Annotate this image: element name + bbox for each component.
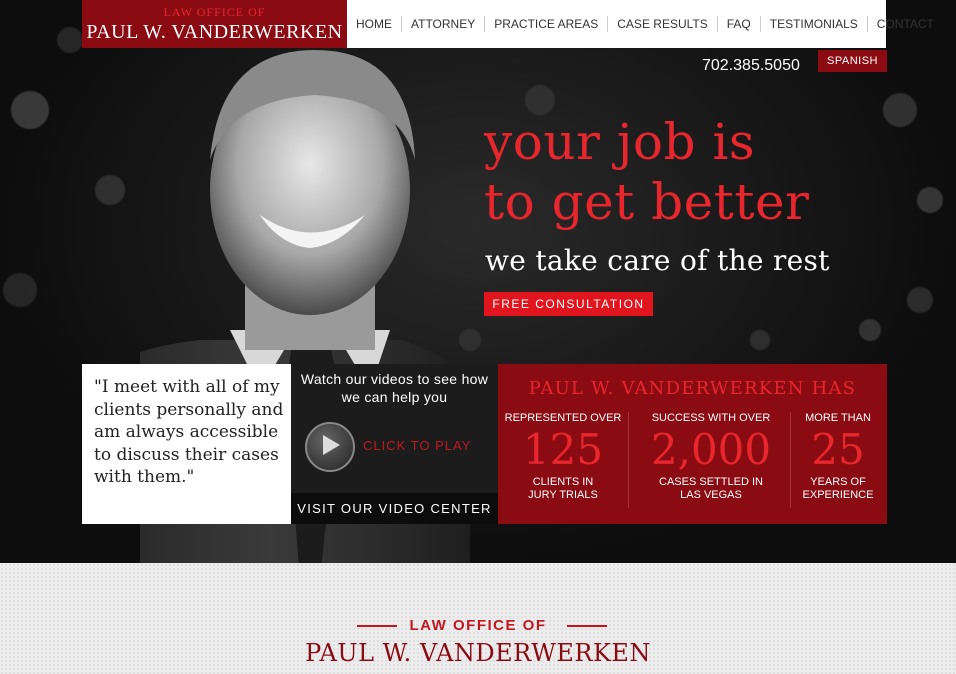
stat-number: 2,000: [650, 425, 772, 474]
site-logo[interactable]: LAW OFFICE OF PAUL W. VANDERWERKEN: [82, 0, 347, 48]
main-nav: HOME ATTORNEY PRACTICE AREAS CASE RESULT…: [347, 0, 934, 48]
footer-brand-title: PAUL W. VANDERWERKEN: [305, 639, 651, 667]
stat-label-top: MORE THAN: [805, 412, 871, 424]
nav-case-results[interactable]: CASE RESULTS: [608, 16, 718, 32]
nav-practice-areas[interactable]: PRACTICE AREAS: [485, 16, 609, 32]
logo-title: PAUL W. VANDERWERKEN: [86, 21, 343, 43]
nav-contact[interactable]: CONTACT: [868, 16, 943, 32]
stat-jury-trials: REPRESENTED OVER 125 CLIENTS IN JURY TRI…: [502, 412, 624, 502]
footer-brand-subtitle: LAW OFFICE OF: [409, 617, 547, 634]
stats-title: PAUL W. VANDERWERKEN HAS: [528, 378, 857, 399]
stat-divider: [790, 412, 791, 508]
stat-label-bottom: CASES SETTLED IN LAS VEGAS: [659, 476, 763, 501]
stat-cases-settled: SUCCESS WITH OVER 2,000 CASES SETTLED IN…: [630, 412, 792, 502]
stat-label-bottom: CLIENTS IN JURY TRIALS: [528, 476, 598, 501]
lower-section: LAW OFFICE OF PAUL W. VANDERWERKEN: [0, 563, 956, 674]
nav-home[interactable]: HOME: [347, 16, 402, 32]
nav-attorney[interactable]: ATTORNEY: [402, 16, 486, 32]
click-to-play-link[interactable]: CLICK TO PLAY: [363, 438, 471, 453]
attorney-quote: "I meet with all of my clients personall…: [94, 377, 284, 487]
nav-faq[interactable]: FAQ: [718, 16, 761, 32]
free-consultation-button[interactable]: FREE CONSULTATION: [484, 292, 653, 316]
stat-label-bottom: YEARS OF EXPERIENCE: [802, 476, 874, 501]
logo-subtitle: LAW OFFICE OF: [163, 5, 266, 19]
stat-years-experience: MORE THAN 25 YEARS OF EXPERIENCE: [792, 412, 884, 502]
hero-subline: we take care of the rest: [485, 244, 830, 277]
attorney-quote-box: "I meet with all of my clients personall…: [82, 364, 291, 524]
stat-label-top: SUCCESS WITH OVER: [651, 412, 771, 424]
nav-testimonials[interactable]: TESTIMONIALS: [761, 16, 868, 32]
stat-number: 125: [522, 425, 604, 474]
stats-panel: PAUL W. VANDERWERKEN HAS REPRESENTED OVE…: [498, 364, 887, 524]
stat-divider: [628, 412, 629, 508]
stat-label-top: REPRESENTED OVER: [504, 412, 622, 424]
hero-headline-line2: to get better: [484, 173, 810, 231]
video-box: Watch our videos to see how we can help …: [291, 364, 498, 524]
stat-number: 25: [811, 425, 865, 474]
video-heading: Watch our videos to see how we can help …: [300, 371, 489, 405]
video-center-link[interactable]: VISIT OUR VIDEO CENTER: [291, 493, 498, 524]
hero-headline-line1: your job is: [484, 113, 756, 171]
phone-number[interactable]: 702.385.5050: [702, 57, 800, 75]
spanish-language-button[interactable]: SPANISH: [818, 50, 887, 72]
play-icon[interactable]: [305, 422, 355, 472]
hero-headline: your job is to get better: [484, 112, 809, 232]
